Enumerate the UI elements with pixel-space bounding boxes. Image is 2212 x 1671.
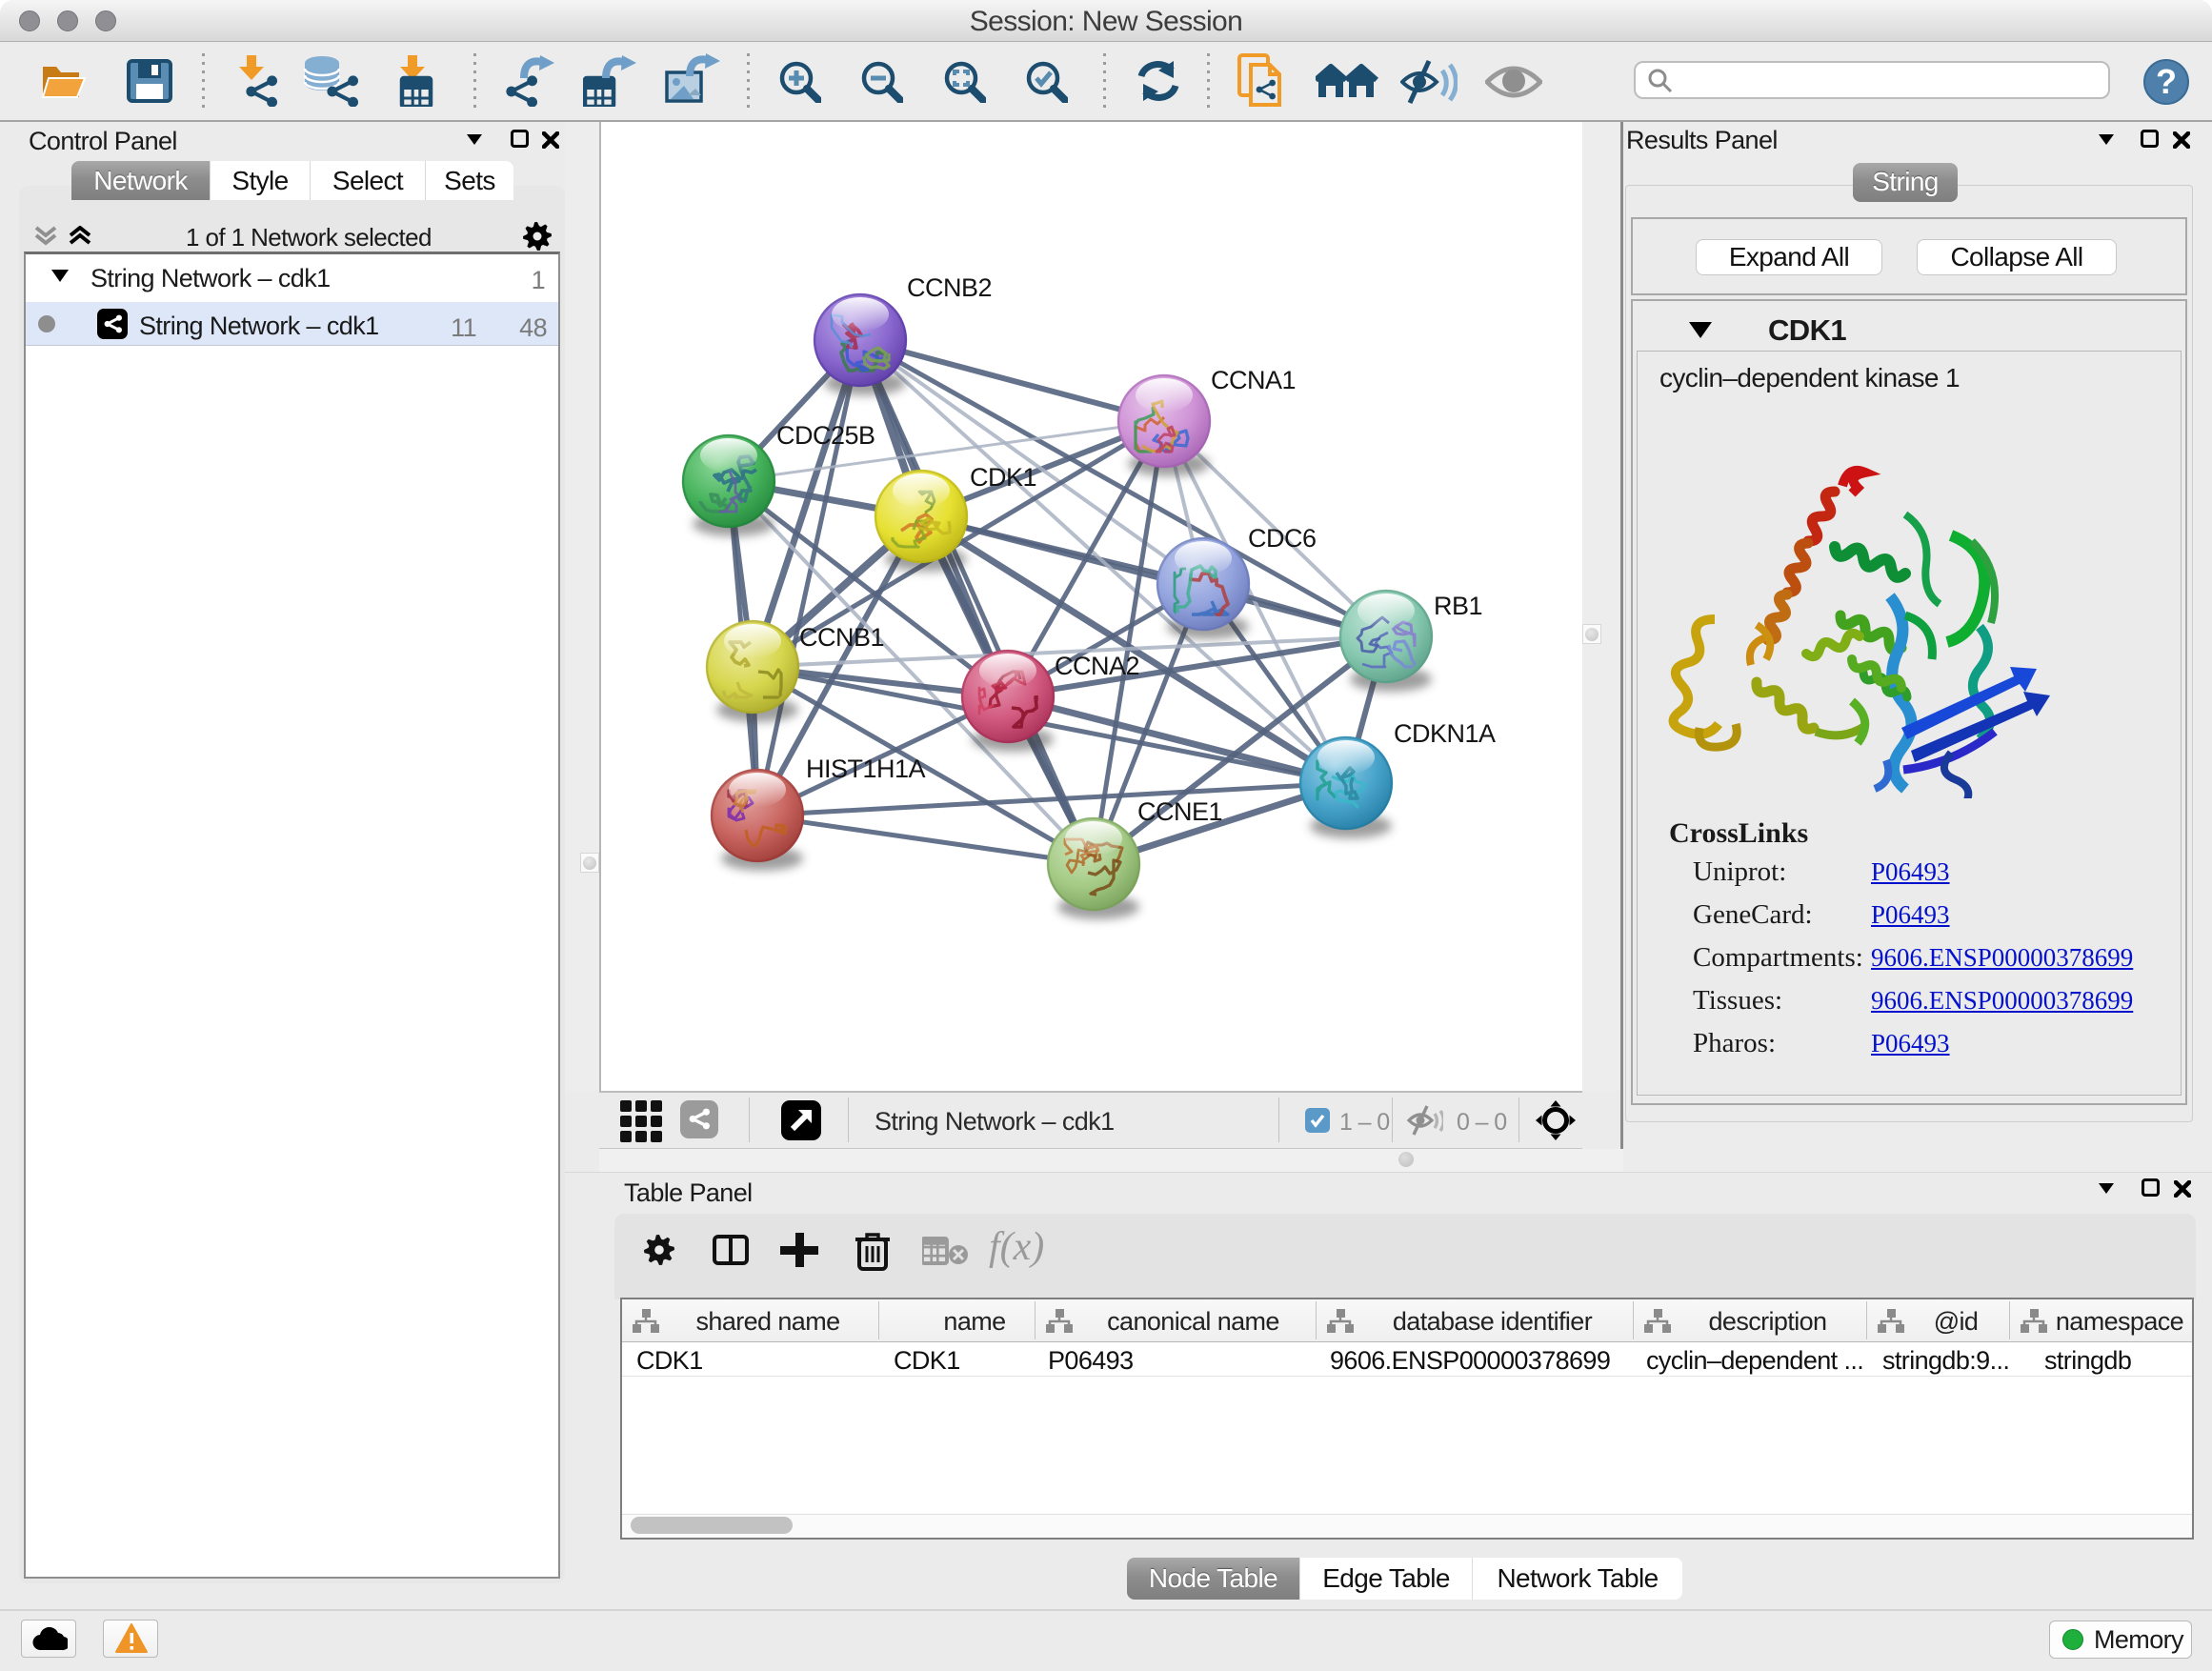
svg-text:HIST1H1A: HIST1H1A — [806, 755, 926, 783]
svg-text:CCNE1: CCNE1 — [1137, 797, 1222, 826]
svg-text:CCNB1: CCNB1 — [799, 623, 884, 652]
svg-text:CDK1: CDK1 — [970, 463, 1036, 492]
svg-text:CCNB2: CCNB2 — [907, 273, 992, 302]
svg-text:CDKN1A: CDKN1A — [1394, 719, 1496, 748]
svg-text:?: ? — [2156, 62, 2177, 101]
svg-text:CCNA1: CCNA1 — [1211, 366, 1296, 394]
svg-text:CDC25B: CDC25B — [776, 421, 875, 450]
svg-text:RB1: RB1 — [1434, 592, 1482, 620]
svg-text:CCNA2: CCNA2 — [1055, 652, 1139, 680]
svg-text:CDC6: CDC6 — [1248, 524, 1317, 553]
